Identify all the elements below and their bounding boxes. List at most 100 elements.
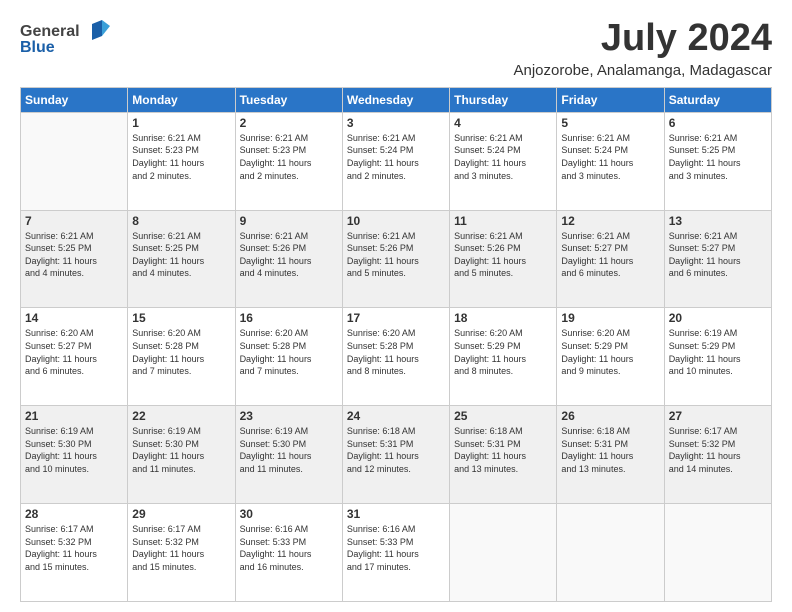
- table-row: 1 Sunrise: 6:21 AM Sunset: 5:23 PM Daylig…: [128, 112, 235, 210]
- table-row: [450, 504, 557, 602]
- table-row: 16 Sunrise: 6:20 AM Sunset: 5:28 PM Dayli…: [235, 308, 342, 406]
- day-number: 30: [240, 507, 338, 521]
- calendar-table: Sunday Monday Tuesday Wednesday Thursday…: [20, 87, 772, 602]
- table-row: 14Sunrise: 6:20 AM Sunset: 5:27 PM Dayli…: [21, 308, 128, 406]
- day-number: 27: [669, 409, 767, 423]
- day-number: 18: [454, 311, 552, 325]
- day-number: 15: [132, 311, 230, 325]
- calendar-week-row: 28 Sunrise: 6:17 AM Sunset: 5:32 PM Dayli…: [21, 504, 772, 602]
- day-info: Sunrise: 6:20 AM Sunset: 5:29 PM Dayligh…: [561, 327, 659, 377]
- day-number: 26: [561, 409, 659, 423]
- day-number: 8: [132, 214, 230, 228]
- table-row: 20 Sunrise: 6:19 AM Sunset: 5:29 PM Dayli…: [664, 308, 771, 406]
- table-row: 12Sunrise: 6:21 AM Sunset: 5:27 PM Dayli…: [557, 210, 664, 308]
- day-info: Sunrise: 6:20 AM Sunset: 5:28 PM Dayligh…: [132, 327, 230, 377]
- day-number: 4: [454, 116, 552, 130]
- logo-icon: General Blue: [20, 18, 115, 58]
- table-row: 15 Sunrise: 6:20 AM Sunset: 5:28 PM Dayli…: [128, 308, 235, 406]
- table-row: 5 Sunrise: 6:21 AM Sunset: 5:24 PM Daylig…: [557, 112, 664, 210]
- logo: General Blue: [20, 18, 115, 63]
- day-info: Sunrise: 6:18 AM Sunset: 5:31 PM Dayligh…: [561, 425, 659, 475]
- day-number: 3: [347, 116, 445, 130]
- day-info: Sunrise: 6:17 AM Sunset: 5:32 PM Dayligh…: [132, 523, 230, 573]
- day-number: 21: [25, 409, 123, 423]
- table-row: 3 Sunrise: 6:21 AM Sunset: 5:24 PM Daylig…: [342, 112, 449, 210]
- table-row: 18Sunrise: 6:20 AM Sunset: 5:29 PM Dayli…: [450, 308, 557, 406]
- table-row: 25Sunrise: 6:18 AM Sunset: 5:31 PM Dayli…: [450, 406, 557, 504]
- day-info: Sunrise: 6:21 AM Sunset: 5:25 PM Dayligh…: [132, 230, 230, 280]
- col-friday: Friday: [557, 87, 664, 112]
- day-info: Sunrise: 6:16 AM Sunset: 5:33 PM Dayligh…: [347, 523, 445, 573]
- day-info: Sunrise: 6:19 AM Sunset: 5:30 PM Dayligh…: [240, 425, 338, 475]
- calendar-week-row: 1 Sunrise: 6:21 AM Sunset: 5:23 PM Daylig…: [21, 112, 772, 210]
- svg-text:General: General: [20, 23, 80, 40]
- day-number: 20: [669, 311, 767, 325]
- page: General Blue July 2024 Anjozorobe, Anala…: [0, 0, 792, 612]
- day-info: Sunrise: 6:21 AM Sunset: 5:24 PM Dayligh…: [561, 132, 659, 182]
- col-saturday: Saturday: [664, 87, 771, 112]
- table-row: 17 Sunrise: 6:20 AM Sunset: 5:28 PM Dayli…: [342, 308, 449, 406]
- day-info: Sunrise: 6:21 AM Sunset: 5:25 PM Dayligh…: [669, 132, 767, 182]
- svg-text:Blue: Blue: [20, 39, 55, 56]
- table-row: 19 Sunrise: 6:20 AM Sunset: 5:29 PM Dayli…: [557, 308, 664, 406]
- day-number: 10: [347, 214, 445, 228]
- table-row: 29 Sunrise: 6:17 AM Sunset: 5:32 PM Dayli…: [128, 504, 235, 602]
- logo-text: General Blue: [20, 18, 115, 63]
- day-info: Sunrise: 6:21 AM Sunset: 5:24 PM Dayligh…: [347, 132, 445, 182]
- month-title: July 2024: [513, 18, 772, 60]
- table-row: 7Sunrise: 6:21 AM Sunset: 5:25 PM Daylig…: [21, 210, 128, 308]
- table-row: 22Sunrise: 6:19 AM Sunset: 5:30 PM Dayli…: [128, 406, 235, 504]
- day-number: 1: [132, 116, 230, 130]
- day-info: Sunrise: 6:21 AM Sunset: 5:26 PM Dayligh…: [454, 230, 552, 280]
- day-number: 13: [669, 214, 767, 228]
- table-row: 11Sunrise: 6:21 AM Sunset: 5:26 PM Dayli…: [450, 210, 557, 308]
- col-monday: Monday: [128, 87, 235, 112]
- table-row: 26 Sunrise: 6:18 AM Sunset: 5:31 PM Dayli…: [557, 406, 664, 504]
- day-number: 31: [347, 507, 445, 521]
- table-row: 30Sunrise: 6:16 AM Sunset: 5:33 PM Dayli…: [235, 504, 342, 602]
- calendar-week-row: 21 Sunrise: 6:19 AM Sunset: 5:30 PM Dayli…: [21, 406, 772, 504]
- day-number: 22: [132, 409, 230, 423]
- day-number: 6: [669, 116, 767, 130]
- day-number: 24: [347, 409, 445, 423]
- day-number: 12: [561, 214, 659, 228]
- day-info: Sunrise: 6:18 AM Sunset: 5:31 PM Dayligh…: [454, 425, 552, 475]
- table-row: 9Sunrise: 6:21 AM Sunset: 5:26 PM Daylig…: [235, 210, 342, 308]
- day-number: 5: [561, 116, 659, 130]
- table-row: 4 Sunrise: 6:21 AM Sunset: 5:24 PM Daylig…: [450, 112, 557, 210]
- day-info: Sunrise: 6:20 AM Sunset: 5:28 PM Dayligh…: [347, 327, 445, 377]
- table-row: 28Sunrise: 6:17 AM Sunset: 5:32 PM Dayli…: [21, 504, 128, 602]
- table-row: [21, 112, 128, 210]
- day-info: Sunrise: 6:21 AM Sunset: 5:25 PM Dayligh…: [25, 230, 123, 280]
- day-number: 28: [25, 507, 123, 521]
- day-info: Sunrise: 6:18 AM Sunset: 5:31 PM Dayligh…: [347, 425, 445, 475]
- col-thursday: Thursday: [450, 87, 557, 112]
- col-wednesday: Wednesday: [342, 87, 449, 112]
- calendar-header-row: Sunday Monday Tuesday Wednesday Thursday…: [21, 87, 772, 112]
- day-number: 2: [240, 116, 338, 130]
- day-number: 17: [347, 311, 445, 325]
- day-info: Sunrise: 6:21 AM Sunset: 5:23 PM Dayligh…: [132, 132, 230, 182]
- day-number: 16: [240, 311, 338, 325]
- day-info: Sunrise: 6:21 AM Sunset: 5:27 PM Dayligh…: [669, 230, 767, 280]
- day-info: Sunrise: 6:20 AM Sunset: 5:28 PM Dayligh…: [240, 327, 338, 377]
- day-info: Sunrise: 6:21 AM Sunset: 5:24 PM Dayligh…: [454, 132, 552, 182]
- day-info: Sunrise: 6:17 AM Sunset: 5:32 PM Dayligh…: [669, 425, 767, 475]
- day-number: 14: [25, 311, 123, 325]
- table-row: 23Sunrise: 6:19 AM Sunset: 5:30 PM Dayli…: [235, 406, 342, 504]
- table-row: 13 Sunrise: 6:21 AM Sunset: 5:27 PM Dayli…: [664, 210, 771, 308]
- header: General Blue July 2024 Anjozorobe, Anala…: [20, 18, 772, 79]
- calendar-week-row: 14Sunrise: 6:20 AM Sunset: 5:27 PM Dayli…: [21, 308, 772, 406]
- table-row: 2Sunrise: 6:21 AM Sunset: 5:23 PM Daylig…: [235, 112, 342, 210]
- day-number: 9: [240, 214, 338, 228]
- table-row: [557, 504, 664, 602]
- table-row: 31 Sunrise: 6:16 AM Sunset: 5:33 PM Dayli…: [342, 504, 449, 602]
- day-info: Sunrise: 6:19 AM Sunset: 5:29 PM Dayligh…: [669, 327, 767, 377]
- title-block: July 2024 Anjozorobe, Analamanga, Madaga…: [513, 18, 772, 79]
- col-sunday: Sunday: [21, 87, 128, 112]
- table-row: [664, 504, 771, 602]
- table-row: 24 Sunrise: 6:18 AM Sunset: 5:31 PM Dayli…: [342, 406, 449, 504]
- day-number: 29: [132, 507, 230, 521]
- day-number: 19: [561, 311, 659, 325]
- day-info: Sunrise: 6:19 AM Sunset: 5:30 PM Dayligh…: [25, 425, 123, 475]
